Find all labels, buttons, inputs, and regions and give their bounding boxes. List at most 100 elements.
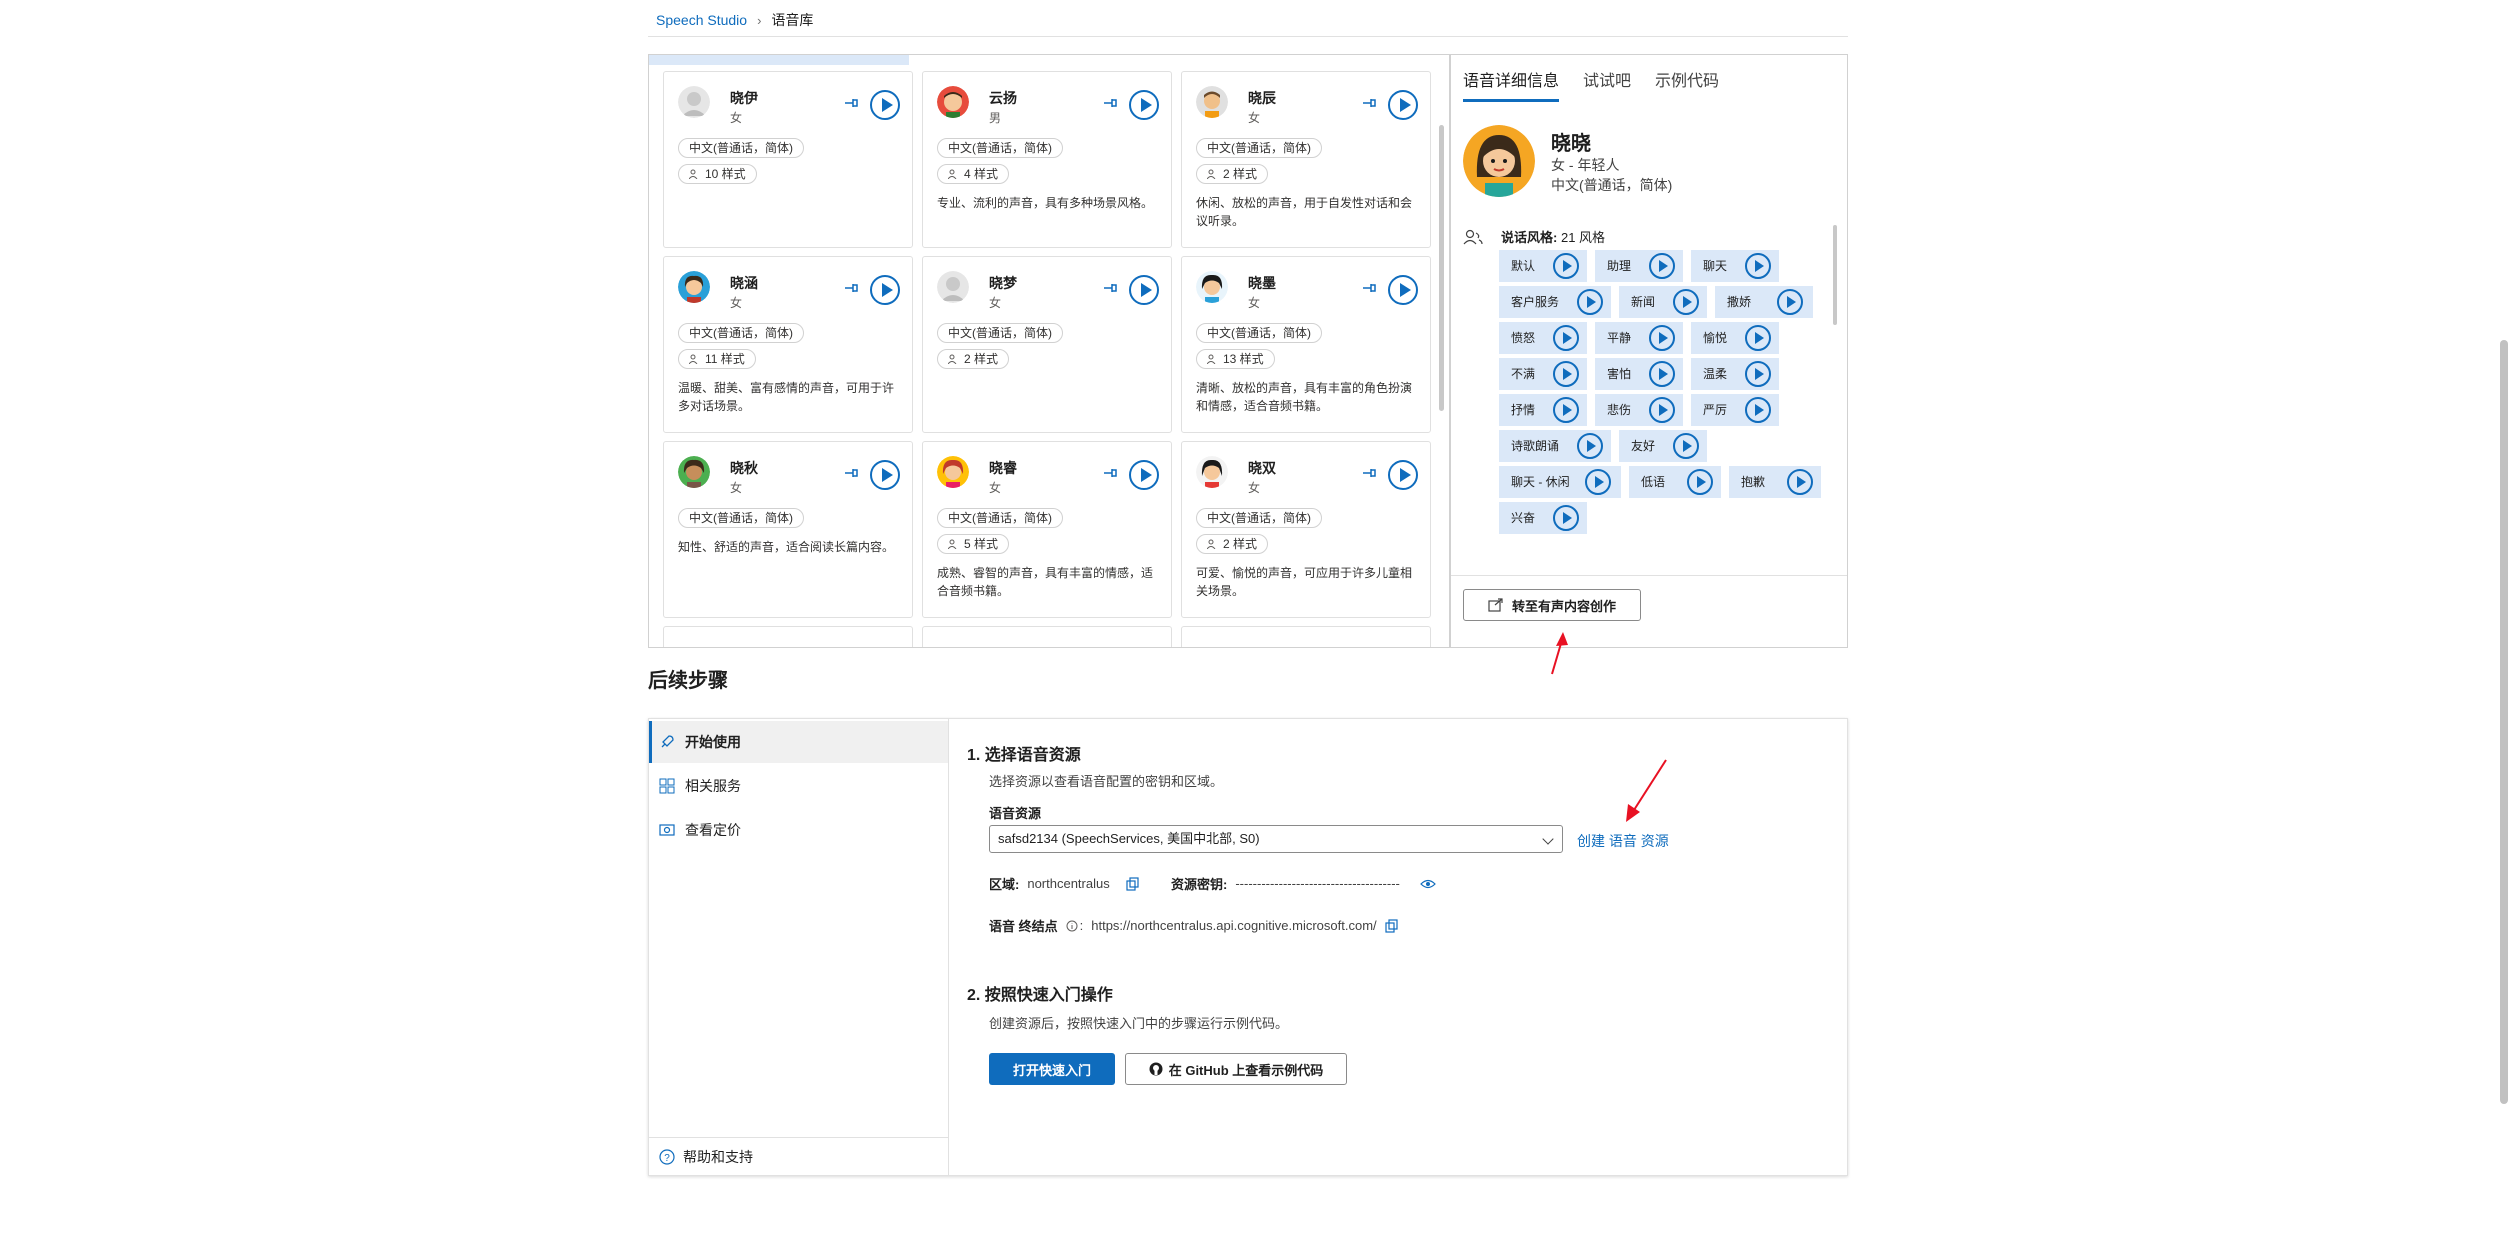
style-button[interactable]: 不满 [1499, 358, 1587, 390]
voice-card[interactable]: 晓睿 女 中文(普通话，简体) 5 样式 成熟、睿智的声音，具有丰富的情感，适合… [922, 441, 1172, 618]
play-button[interactable] [1388, 90, 1418, 120]
voice-card[interactable]: 晓墨 女 中文(普通话，简体) 13 样式 清晰、放松的声音，具有丰富的角色扮演… [1181, 256, 1431, 433]
avatar [1463, 125, 1535, 197]
tab-try-it[interactable]: 试试吧 [1583, 67, 1631, 102]
style-button[interactable]: 聊天 - 休闲 [1499, 466, 1621, 498]
speech-resource-select[interactable]: safsd2134 (SpeechServices, 美国中北部, S0) [989, 825, 1563, 853]
language-chip: 中文(普通话，简体) [937, 323, 1063, 343]
pin-icon[interactable] [1101, 279, 1119, 297]
endpoint-row: 语音 终结点 : https://northcentralus.api.cogn… [989, 916, 1399, 935]
play-button[interactable] [1388, 275, 1418, 305]
style-button[interactable]: 抒情 [1499, 394, 1587, 426]
pin-icon[interactable] [1360, 464, 1378, 482]
style-button[interactable]: 悲伤 [1595, 394, 1683, 426]
play-button[interactable] [1129, 460, 1159, 490]
pin-icon[interactable] [1360, 94, 1378, 112]
style-button[interactable]: 聊天 [1691, 250, 1779, 282]
play-button[interactable] [1129, 90, 1159, 120]
style-button[interactable]: 严厉 [1691, 394, 1779, 426]
style-button[interactable]: 友好 [1619, 430, 1707, 462]
go-to-audio-content-creation-button[interactable]: 转至有声内容创作 [1463, 589, 1641, 621]
divider [648, 36, 1848, 37]
style-button[interactable]: 默认 [1499, 250, 1587, 282]
voice-card[interactable]: 晓梦 女 中文(普通话，简体) 2 样式 [922, 256, 1172, 433]
style-button[interactable]: 温柔 [1691, 358, 1779, 390]
tab-voice-details[interactable]: 语音详细信息 [1463, 67, 1560, 102]
voice-name: 晓伊 [730, 90, 758, 106]
money-icon [659, 824, 675, 836]
play-icon [1577, 289, 1603, 315]
voice-card[interactable]: 晓辰 女 中文(普通话，简体) 2 样式 休闲、放松的声音，用于自发性对话和会议… [1181, 71, 1431, 248]
create-speech-resource-link[interactable]: 创建 语音 资源 [1577, 831, 1669, 851]
pin-icon[interactable] [1101, 94, 1119, 112]
detail-scrollbar[interactable] [1833, 225, 1837, 325]
style-button[interactable]: 低语 [1629, 466, 1721, 498]
voice-card[interactable]: 云扬 男 中文(普通话，简体) 4 样式 专业、流利的声音，具有多种场景风格。 [922, 71, 1172, 248]
play-icon [1585, 469, 1611, 495]
style-button[interactable]: 害怕 [1595, 358, 1683, 390]
copy-icon[interactable] [1385, 918, 1399, 933]
tab-sample-code[interactable]: 示例代码 [1655, 67, 1719, 102]
play-button[interactable] [1388, 460, 1418, 490]
nav-pricing[interactable]: 查看定价 [649, 809, 948, 851]
style-button[interactable]: 平静 [1595, 322, 1683, 354]
voice-name: 晓秋 [730, 460, 758, 476]
avatar [678, 456, 710, 488]
page-scrollbar[interactable] [2500, 340, 2508, 1104]
play-button[interactable] [870, 90, 900, 120]
style-button[interactable]: 愉悦 [1691, 322, 1779, 354]
voice-card[interactable]: 晓秋 女 中文(普通话，简体) 知性、舒适的声音，适合阅读长篇内容。 [663, 441, 913, 618]
style-button[interactable]: 兴奋 [1499, 502, 1587, 534]
speaking-style-header: 说话风格: 21 风格 [1463, 227, 1605, 246]
open-quickstart-button[interactable]: 打开快速入门 [989, 1053, 1115, 1085]
style-button[interactable]: 抱歉 [1729, 466, 1821, 498]
voice-name: 晓辰 [1248, 90, 1276, 106]
grid-scrollbar[interactable] [1439, 125, 1444, 411]
nav-related-services[interactable]: 相关服务 [649, 765, 948, 807]
voice-gender: 男 [989, 111, 1002, 125]
pin-icon[interactable] [842, 464, 860, 482]
voice-description: 可爱、愉悦的声音，可应用于许多儿童相关场景。 [1196, 566, 1413, 598]
github-icon [1149, 1062, 1163, 1076]
style-button[interactable]: 诗歌朗诵 [1499, 430, 1611, 462]
voice-card[interactable]: 晓双 女 中文(普通话，简体) 2 样式 可爱、愉悦的声音，可应用于许多儿童相关… [1181, 441, 1431, 618]
voice-card-partial[interactable] [663, 626, 913, 647]
annotation-arrow [1551, 632, 1568, 675]
style-button[interactable]: 客户服务 [1499, 286, 1611, 318]
voice-name: 晓墨 [1248, 275, 1276, 291]
voice-card-partial[interactable] [1181, 626, 1431, 647]
copy-icon[interactable] [1126, 876, 1140, 891]
nav-get-started[interactable]: 开始使用 [649, 721, 948, 763]
play-button[interactable] [870, 460, 900, 490]
chevron-right-icon: › [757, 12, 762, 28]
play-icon [1745, 361, 1771, 387]
style-button[interactable]: 愤怒 [1499, 322, 1587, 354]
voice-card[interactable]: 晓伊 女 中文(普通话，简体) 10 样式 [663, 71, 913, 248]
play-button[interactable] [1129, 275, 1159, 305]
style-button[interactable]: 助理 [1595, 250, 1683, 282]
pin-icon[interactable] [842, 279, 860, 297]
voice-card[interactable]: 晓涵 女 中文(普通话，简体) 11 样式 温暖、甜美、富有感情的声音，可用于许… [663, 256, 913, 433]
voice-card-partial[interactable] [922, 626, 1172, 647]
style-button[interactable]: 新闻 [1619, 286, 1707, 318]
voice-description: 清晰、放松的声音，具有丰富的角色扮演和情感，适合音频书籍。 [1196, 381, 1413, 413]
styles-chip: 2 样式 [1196, 534, 1269, 554]
play-icon [1687, 469, 1713, 495]
pin-icon[interactable] [1101, 464, 1119, 482]
help-and-support[interactable]: ? 帮助和支持 [649, 1137, 948, 1175]
avatar [937, 86, 969, 118]
people-icon [1463, 229, 1483, 244]
pin-icon[interactable] [1360, 279, 1378, 297]
eye-icon[interactable] [1420, 878, 1436, 890]
voice-description: 温暖、甜美、富有感情的声音，可用于许多对话场景。 [678, 381, 895, 413]
chevron-down-icon [1542, 833, 1554, 845]
info-icon[interactable] [1066, 920, 1078, 932]
step1-title: 1. 选择语音资源 [967, 747, 1081, 764]
breadcrumb-speech-studio[interactable]: Speech Studio [656, 12, 747, 28]
style-button[interactable]: 撒娇 [1715, 286, 1813, 318]
styles-chip: 11 样式 [678, 349, 756, 369]
voice-detail-name: 晓晓 [1551, 133, 1591, 155]
view-on-github-button[interactable]: 在 GitHub 上查看示例代码 [1125, 1053, 1347, 1085]
play-button[interactable] [870, 275, 900, 305]
pin-icon[interactable] [842, 94, 860, 112]
